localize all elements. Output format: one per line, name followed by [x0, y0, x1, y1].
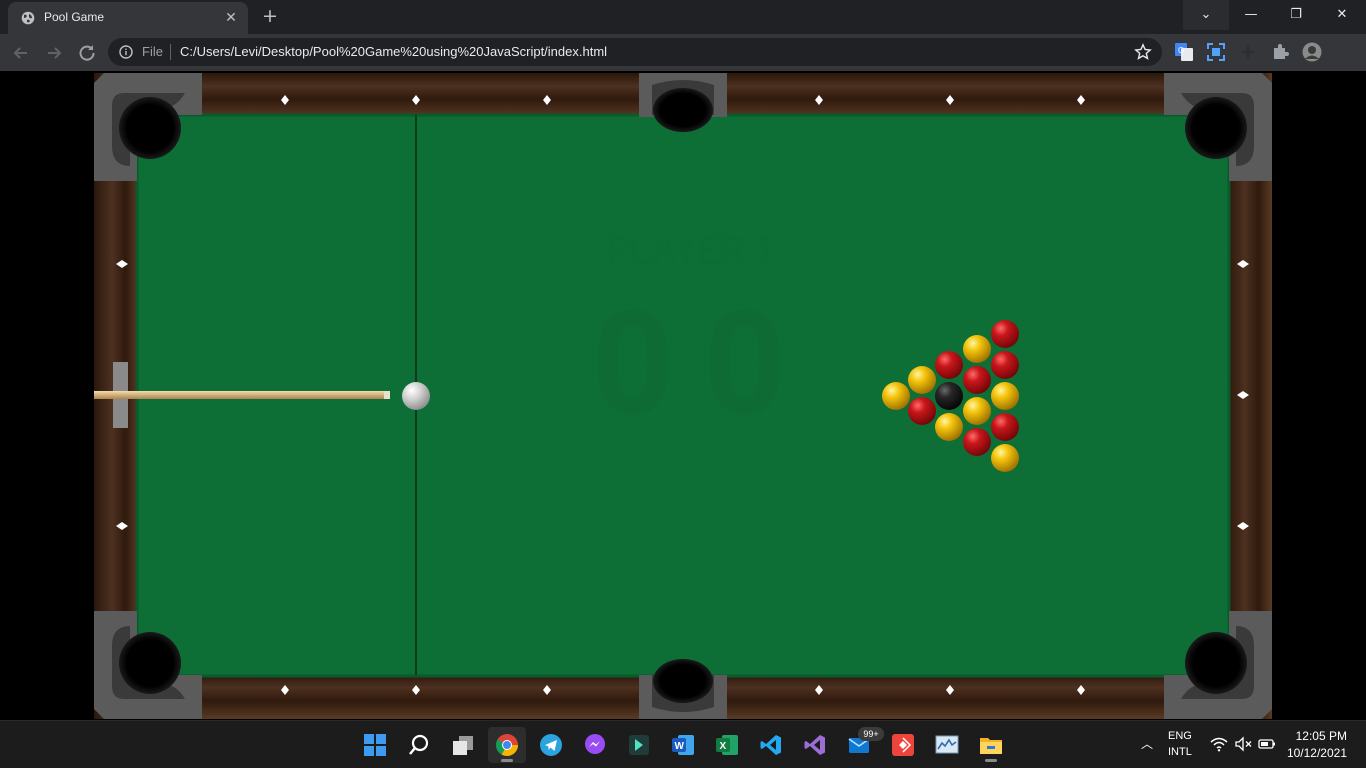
svg-text:G: G	[1178, 46, 1184, 55]
taskbar-search-button[interactable]	[400, 727, 438, 763]
yellow-ball[interactable]	[963, 335, 991, 363]
red-ball[interactable]	[991, 413, 1019, 441]
tab-search-button[interactable]: ⌄	[1183, 0, 1229, 30]
yellow-ball[interactable]	[882, 382, 910, 410]
battery-icon[interactable]	[1258, 736, 1276, 752]
visual-studio-icon	[804, 735, 825, 755]
yellow-ball[interactable]	[991, 382, 1019, 410]
tab-pool-game[interactable]: Pool Game ✕	[8, 2, 248, 34]
yellow-ball[interactable]	[908, 366, 936, 394]
windows-start-button[interactable]	[356, 727, 394, 763]
mail-badge: 99+	[858, 727, 884, 741]
taskbar-resource-monitor[interactable]	[928, 727, 966, 763]
black-ball[interactable]	[935, 382, 963, 410]
minimize-button[interactable]: —	[1228, 0, 1274, 30]
taskbar-excel[interactable]: X	[708, 727, 746, 763]
taskbar-visual-studio[interactable]	[796, 727, 834, 763]
extensions-puzzle-icon[interactable]	[1270, 42, 1290, 62]
address-bar[interactable]: File C:/Users/Levi/Desktop/Pool%20Game%2…	[108, 38, 1162, 66]
yellow-ball[interactable]	[963, 397, 991, 425]
profile-avatar-icon[interactable]	[1302, 42, 1322, 62]
red-ball[interactable]	[908, 397, 936, 425]
active-app-indicator	[985, 759, 997, 762]
red-ball[interactable]	[991, 320, 1019, 348]
telegram-icon	[540, 734, 562, 756]
url-scheme-label: File	[142, 44, 163, 59]
url-text[interactable]: C:/Users/Levi/Desktop/Pool%20Game%20usin…	[180, 44, 607, 59]
browser-toolbar: File C:/Users/Levi/Desktop/Pool%20Game%2…	[0, 34, 1366, 71]
resource-monitor-icon	[935, 735, 959, 754]
taskbar-word[interactable]: W	[664, 727, 702, 763]
forward-arrow-icon[interactable]	[41, 40, 67, 66]
vscode-icon	[760, 735, 781, 755]
globe-icon	[21, 11, 35, 25]
omnibox-divider	[170, 44, 171, 60]
red-ball[interactable]	[963, 428, 991, 456]
taskbar-file-explorer[interactable]	[972, 727, 1010, 763]
svg-text:W: W	[675, 741, 685, 752]
svg-text:X: X	[720, 741, 727, 752]
google-translate-icon[interactable]: G	[1174, 42, 1194, 62]
extension-icon[interactable]	[1238, 42, 1258, 62]
cue-ball[interactable]	[402, 382, 430, 410]
reload-icon[interactable]	[74, 40, 100, 66]
taskbar: W X 99+ ︿ ENG INTL 12:05 PM 10/12/2021	[0, 720, 1366, 768]
player-turn-label: PLAYER 1	[606, 226, 775, 275]
taskbar-chrome[interactable]	[488, 727, 526, 763]
input-layout[interactable]: INTL	[1168, 746, 1192, 758]
anydesk-icon	[892, 734, 914, 756]
windows-start-icon	[364, 734, 386, 756]
file-explorer-icon	[980, 738, 1002, 754]
yellow-ball[interactable]	[991, 444, 1019, 472]
tab-title: Pool Game	[44, 10, 105, 24]
taskbar-filmora[interactable]	[620, 727, 658, 763]
new-tab-button[interactable]: +	[258, 5, 282, 29]
yellow-ball[interactable]	[935, 413, 963, 441]
game-canvas[interactable]: PLAYER 1 0 0	[0, 71, 1366, 720]
pool-table[interactable]	[0, 71, 1366, 720]
back-arrow-icon[interactable]	[8, 40, 34, 66]
bookmark-star-icon[interactable]	[1134, 43, 1152, 61]
red-ball[interactable]	[963, 366, 991, 394]
info-icon[interactable]	[119, 45, 133, 59]
tab-strip: Pool Game ✕ + ⌄ — ❐ ✕	[0, 0, 1366, 34]
score-player-2: 0	[703, 280, 787, 445]
taskbar-telegram[interactable]	[532, 727, 570, 763]
active-app-indicator	[501, 759, 513, 762]
chrome-icon	[496, 734, 518, 756]
taskbar-messenger[interactable]	[576, 727, 614, 763]
tab-close-button[interactable]: ✕	[222, 9, 240, 27]
close-window-button[interactable]: ✕	[1319, 0, 1365, 30]
wifi-icon[interactable]	[1210, 736, 1228, 752]
score-player-1: 0	[591, 280, 675, 445]
tray-overflow-chevron-icon[interactable]: ︿	[1138, 735, 1156, 753]
task-view-icon	[453, 736, 473, 755]
restore-button[interactable]: ❐	[1273, 0, 1319, 30]
speaker-muted-icon[interactable]	[1234, 736, 1252, 752]
taskbar-mail[interactable]: 99+	[840, 727, 884, 763]
taskbar-vscode[interactable]	[752, 727, 790, 763]
filmora-icon	[629, 735, 649, 755]
messenger-icon	[585, 734, 605, 754]
clock-time[interactable]: 12:05 PM	[1296, 729, 1347, 743]
red-ball[interactable]	[991, 351, 1019, 379]
task-view-button[interactable]	[444, 727, 482, 763]
clock-date[interactable]: 10/12/2021	[1287, 746, 1347, 760]
input-language[interactable]: ENG	[1168, 730, 1192, 742]
screen-capture-icon[interactable]	[1206, 42, 1226, 62]
taskbar-anydesk[interactable]	[884, 727, 922, 763]
word-icon: W	[672, 735, 694, 755]
red-ball[interactable]	[935, 351, 963, 379]
search-icon	[409, 734, 429, 755]
excel-icon: X	[716, 735, 738, 755]
